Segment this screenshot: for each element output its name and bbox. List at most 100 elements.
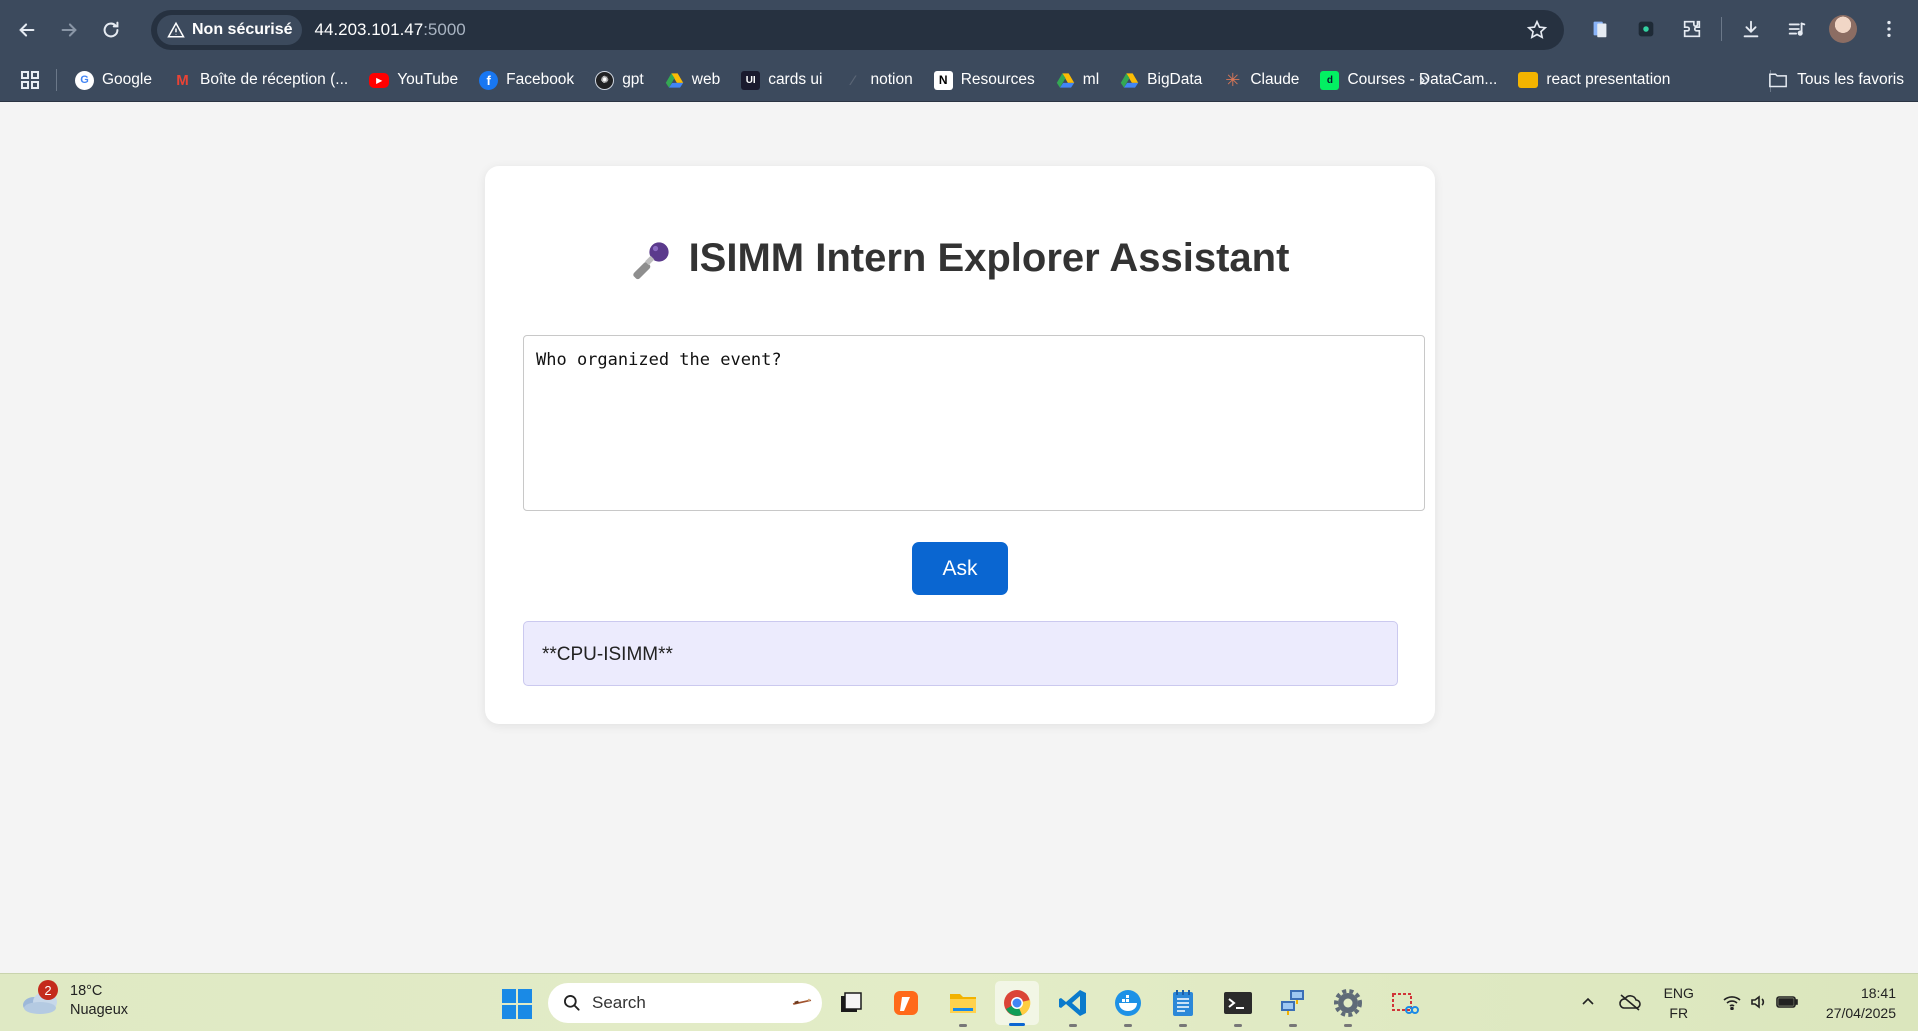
folder-icon — [1769, 73, 1788, 88]
warning-icon — [167, 21, 185, 38]
download-icon — [1743, 20, 1759, 38]
running-indicator — [1179, 1024, 1187, 1027]
profile-avatar — [1829, 15, 1857, 43]
taskbar-vscode[interactable] — [1055, 985, 1091, 1027]
chevron-up-icon[interactable] — [1580, 994, 1596, 1013]
bookmark-resources[interactable]: N Resources — [933, 70, 1035, 90]
bookmark-web[interactable]: web — [665, 71, 720, 90]
taskbar-office[interactable] — [888, 985, 924, 1021]
weather-widget[interactable]: 2 18°C Nuageux — [20, 980, 128, 1020]
chrome-icon — [1004, 990, 1031, 1016]
running-indicator — [959, 1024, 967, 1027]
clock[interactable]: 18:41 27/04/2025 — [1826, 983, 1896, 1023]
onedrive-offline-icon[interactable] — [1618, 993, 1642, 1014]
taskbar-file-explorer[interactable] — [945, 985, 981, 1027]
bookmark-gpt[interactable]: ✺ gpt — [595, 70, 644, 90]
address-bar[interactable]: Non sécurisé 44.203.101.47:5000 — [151, 10, 1564, 50]
taskbar-snipping-tool[interactable] — [1386, 985, 1422, 1021]
cloud-weather-icon: 2 — [20, 980, 60, 1016]
microphone-icon — [632, 241, 669, 279]
url-text[interactable]: 44.203.101.47:5000 — [314, 20, 465, 40]
running-indicator — [1344, 1024, 1352, 1027]
search-icon — [564, 995, 580, 1011]
notepad-icon — [1173, 990, 1193, 1016]
reload-button[interactable] — [90, 9, 132, 51]
taskbar-chrome[interactable] — [995, 981, 1039, 1026]
task-view-icon — [841, 992, 862, 1012]
bookmark-facebook[interactable]: f Facebook — [479, 70, 575, 90]
reload-icon — [103, 21, 119, 37]
security-indicator[interactable]: Non sécurisé — [157, 15, 303, 45]
weather-badge: 2 — [38, 980, 58, 1000]
claude-icon: ✳ — [1225, 69, 1241, 90]
bookmark-label: Resources — [960, 71, 1035, 88]
bookmark-google[interactable]: G Google — [75, 70, 152, 90]
taskbar-network-app[interactable] — [1275, 985, 1311, 1027]
all-bookmarks-label: Tous les favoris — [1797, 71, 1904, 88]
browser-menu-button[interactable] — [1868, 8, 1910, 50]
bookmark-label: web — [691, 71, 721, 88]
bookmark-bigdata[interactable]: BigData — [1120, 71, 1202, 90]
clock-time: 18:41 — [1860, 985, 1896, 1001]
extension-button-2[interactable] — [1625, 8, 1667, 50]
bookmark-react-presentation[interactable]: react presentation — [1518, 71, 1670, 89]
bookmark-notion[interactable]: ⁄ notion — [843, 71, 913, 90]
toolbar-divider — [1721, 17, 1722, 41]
bookmark-youtube[interactable]: ▶ YouTube — [369, 71, 458, 89]
bookmark-label: ml — [1082, 71, 1100, 88]
arrow-right-icon — [61, 22, 77, 37]
more-bookmarks-chevron-icon[interactable]: » — [1419, 69, 1430, 92]
volume-icon[interactable] — [1750, 994, 1768, 1013]
taskbar-terminal[interactable] — [1220, 985, 1256, 1027]
bookmark-cards-ui[interactable]: UI cards ui — [741, 70, 823, 90]
downloads-button[interactable] — [1730, 8, 1772, 50]
forward-button[interactable] — [48, 9, 90, 51]
ask-button[interactable]: Ask — [912, 542, 1008, 595]
taskbar-notepad[interactable] — [1165, 985, 1201, 1027]
all-bookmarks-folder[interactable]: Tous les favoris — [1768, 71, 1904, 89]
bookmark-claude[interactable]: ✳ Claude — [1223, 69, 1299, 90]
profile-button[interactable] — [1822, 8, 1864, 50]
url-host: 44.203.101.47 — [314, 20, 424, 39]
bookmark-label: YouTube — [397, 71, 459, 88]
back-button[interactable] — [6, 9, 48, 51]
gmail-icon: M — [176, 71, 189, 89]
media-queue-icon — [1788, 22, 1806, 36]
docs-extension-icon — [1593, 21, 1607, 38]
language-indicator[interactable]: ENG FR — [1664, 983, 1694, 1023]
taskbar-settings[interactable] — [1330, 985, 1366, 1027]
google-slides-icon — [1518, 72, 1539, 88]
office-icon — [894, 991, 918, 1015]
taskbar-task-view[interactable] — [833, 985, 869, 1021]
language-secondary: FR — [1669, 1005, 1689, 1021]
puzzle-icon — [1683, 20, 1701, 38]
snipping-tool-icon — [1392, 993, 1419, 1014]
google-drive-icon — [1056, 72, 1075, 88]
running-indicator — [1289, 1024, 1297, 1027]
gear-icon — [1334, 989, 1362, 1017]
extension-button-1[interactable] — [1579, 8, 1621, 50]
bookmark-gmail[interactable]: M Boîte de réception (... — [173, 71, 348, 90]
google-icon: G — [75, 70, 94, 90]
question-input[interactable]: Who organized the event? — [523, 335, 1425, 511]
search-highlight-illustration — [792, 998, 812, 1005]
apps-grid-icon[interactable] — [18, 68, 42, 92]
temperature: 18°C — [70, 983, 103, 999]
running-indicator — [1124, 1024, 1132, 1027]
bookmark-star-icon[interactable] — [1526, 19, 1548, 41]
page-title-text: ISIMM Intern Explorer Assistant — [688, 236, 1290, 280]
media-control-button[interactable] — [1776, 8, 1818, 50]
bookmark-datacamp[interactable]: d Courses - DataCam... — [1320, 70, 1497, 90]
bookmark-label: notion — [870, 71, 913, 88]
bookmark-label: Facebook — [506, 71, 575, 88]
taskbar-search[interactable]: Search — [548, 983, 822, 1023]
wifi-icon[interactable] — [1722, 994, 1742, 1013]
bookmark-ml[interactable]: ml — [1056, 71, 1099, 90]
taskbar-docker[interactable] — [1110, 985, 1146, 1027]
extensions-button[interactable] — [1671, 8, 1713, 50]
datacamp-icon: d — [1320, 70, 1340, 90]
start-button[interactable] — [502, 989, 532, 1019]
screen-extension-icon — [1638, 21, 1654, 37]
battery-icon[interactable] — [1776, 995, 1798, 1012]
bookmark-label: cards ui — [768, 71, 823, 88]
